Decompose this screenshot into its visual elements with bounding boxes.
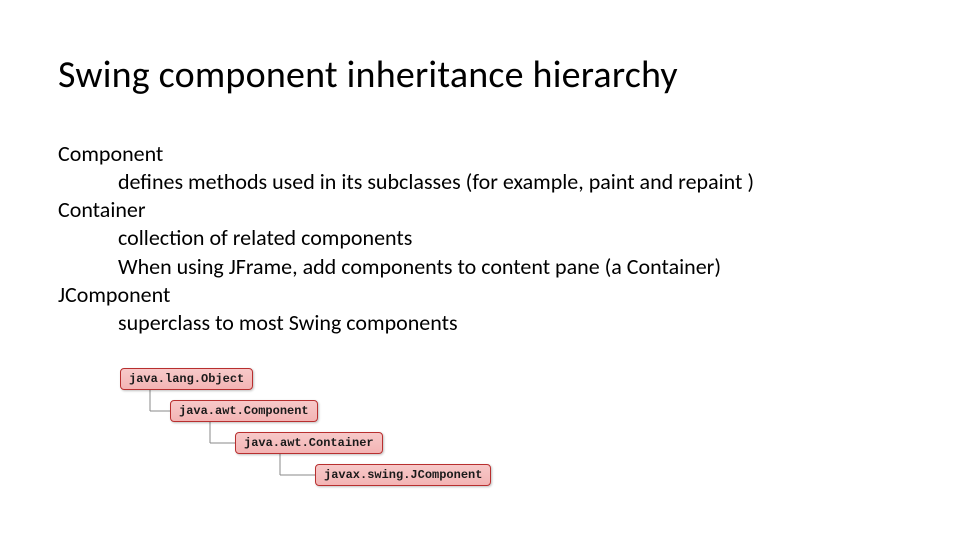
desc-component: defines methods used in its subclasses (…	[118, 168, 898, 196]
node-object: java.lang.Object	[120, 368, 253, 390]
term-component: Component	[58, 140, 898, 168]
term-jcomponent: JComponent	[58, 281, 898, 309]
term-container: Container	[58, 196, 898, 224]
node-component: java.awt.Component	[170, 400, 318, 422]
desc-container-1: collection of related components	[118, 224, 898, 252]
inheritance-diagram: java.lang.Object java.awt.Component java…	[120, 368, 550, 498]
slide-title: Swing component inheritance hierarchy	[58, 52, 678, 98]
node-jcomponent: javax.swing.JComponent	[315, 464, 491, 486]
slide-body: Component defines methods used in its su…	[58, 140, 898, 337]
desc-container-2: When using JFrame, add components to con…	[118, 253, 898, 281]
node-container: java.awt.Container	[235, 432, 383, 454]
slide: Swing component inheritance hierarchy Co…	[0, 0, 960, 540]
desc-jcomponent: superclass to most Swing components	[118, 309, 898, 337]
